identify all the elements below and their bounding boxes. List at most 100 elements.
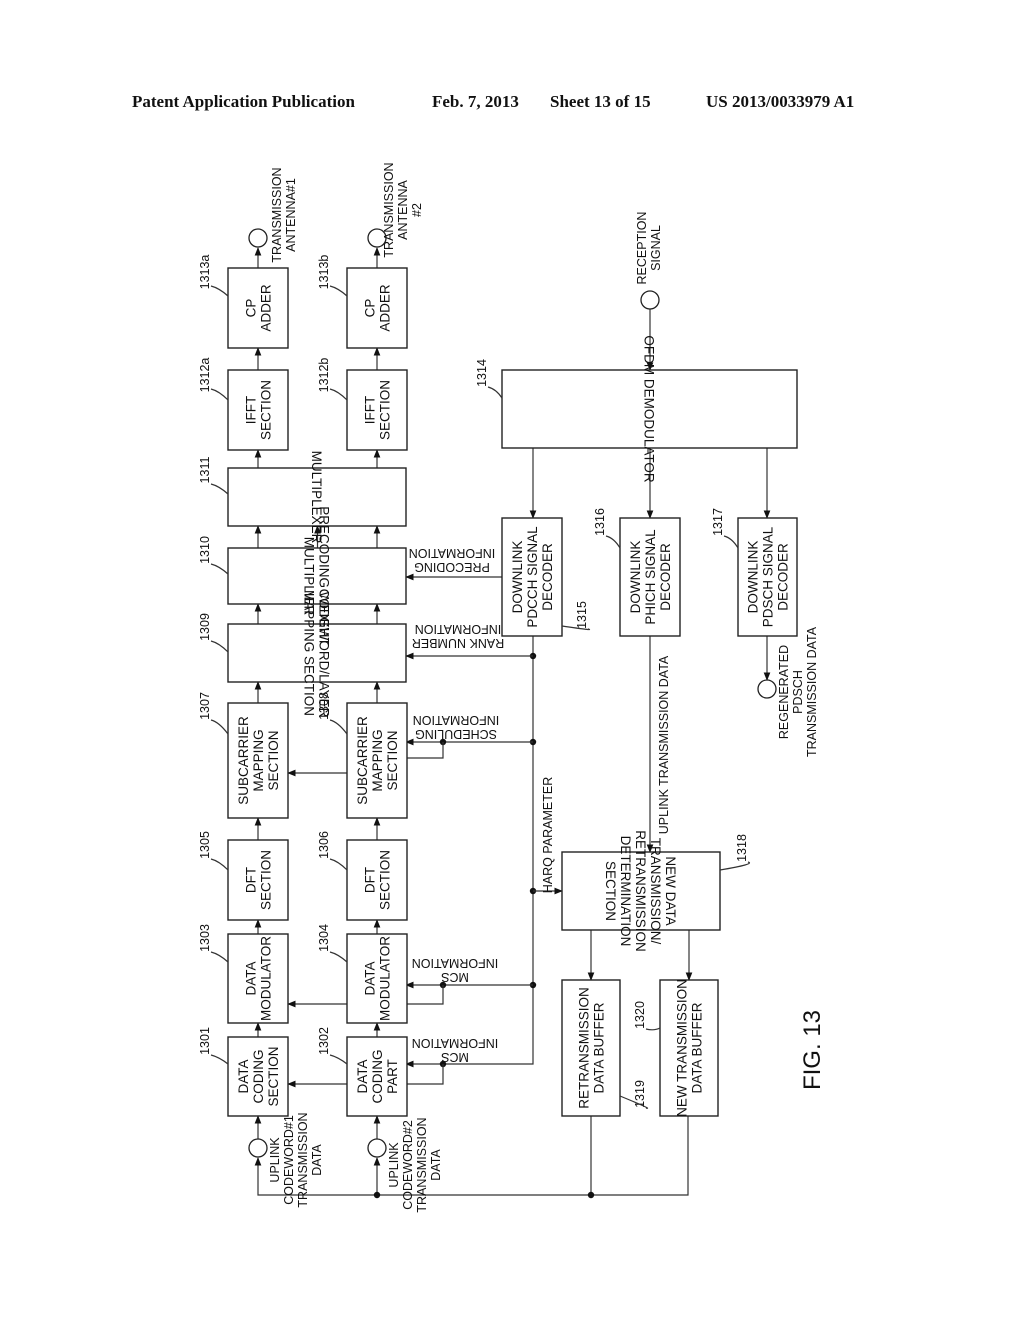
ref-leader (210, 951, 229, 963)
uplink-tx-data-label: UPLINK TRANSMISSION DATA (657, 655, 671, 834)
regenerated-pdsch-label: REGENERATED PDSCH TRANSMISSION DATA (777, 626, 819, 757)
block-1312a-label-line: IFFT (244, 396, 259, 425)
precoding-info-label: PRECODINGINFORMATION (409, 546, 496, 574)
block-1319-label-line: DATA BUFFER (592, 1002, 607, 1093)
codeword-1-label-line: CODEWORD#1 (282, 1115, 296, 1205)
antenna-2-label: TRANSMISSION ANTENNA #2 (382, 162, 424, 257)
ref-leader (723, 535, 739, 549)
junction-dot (373, 1191, 381, 1199)
scheduling-info-label: SCHEDULINGINFORMATION (413, 713, 500, 741)
codeword-1-label: UPLINK CODEWORD#1 TRANSMISSION DATA (268, 1112, 324, 1207)
ref-1301: 1301 (198, 1027, 212, 1055)
ref-numeral: 1318 (735, 834, 749, 862)
reception-terminal (640, 290, 660, 310)
codeword-1-label-line: DATA (310, 1144, 324, 1176)
ref-1305: 1305 (198, 831, 212, 859)
ref-leader (329, 858, 348, 871)
ref-numeral: 1301 (198, 1027, 212, 1055)
block-1307-label-line: MAPPING (251, 729, 266, 791)
codeword-2-label-line: TRANSMISSION (415, 1117, 429, 1212)
codeword-2-label: UPLINK CODEWORD#2 TRANSMISSION DATA (387, 1117, 443, 1212)
block-1317-label-line: DOWNLINK (746, 541, 761, 614)
block-1304-label-line: MODULATOR (378, 936, 393, 1021)
ref-1315: 1315 (575, 601, 589, 629)
block-1317-label-line: PDSCH SIGNAL (761, 526, 776, 627)
block-1308-label-line: SECTION (385, 730, 400, 790)
ref-1313a: 1313a (198, 255, 212, 290)
regenerated-pdsch-label-line: PDSCH (791, 670, 805, 714)
ref-1307: 1307 (198, 692, 212, 720)
scheduling-info-label-line: SCHEDULING (415, 727, 497, 741)
block-1302-label-line: DATA (355, 1059, 370, 1093)
mcs-info-coding-label: MCSINFORMATION (412, 1036, 499, 1064)
block-1317-label-line: DECODER (776, 543, 791, 611)
ref-numeral: 1317 (711, 508, 725, 536)
mcs-info-coding-label-line: MCS (441, 1050, 469, 1064)
block-1307-label-line: SECTION (266, 730, 281, 790)
ref-numeral: 1311 (198, 457, 212, 484)
block-1308-label-line: SUBCARRIER (355, 716, 370, 805)
ref-1313b: 1313b (317, 255, 331, 290)
codeword-2-label-line: DATA (429, 1149, 443, 1181)
ref-1304: 1304 (317, 924, 331, 952)
ref-numeral: 1313b (317, 255, 331, 290)
ref-1316: 1316 (593, 508, 607, 536)
antenna-1-label-line: TRANSMISSION (270, 167, 284, 262)
block-1303-label-line: DATA (244, 961, 259, 995)
ref-leader (210, 388, 229, 401)
connector (406, 985, 444, 1005)
block-1313a-label-line: ADDER (259, 284, 274, 332)
block-1316-label-line: DECODER (658, 543, 673, 611)
ref-numeral: 1306 (317, 831, 331, 859)
block-1316-label: DOWNLINK PHICH SIGNAL DECODER (628, 529, 673, 625)
ref-numeral: 1308 (317, 692, 331, 720)
ref-1302: 1302 (317, 1027, 331, 1055)
block-1308-label-line: MAPPING (370, 729, 385, 791)
ref-1317: 1317 (711, 508, 725, 536)
rank-info-label: RANK NUMBERINFORMATION (412, 622, 504, 650)
ref-numeral: 1302 (317, 1027, 331, 1055)
antenna-2-label-line: TRANSMISSION (382, 162, 396, 257)
block-1318-label-line: TRANSMISSION/ (648, 838, 663, 945)
ref-numeral: 1319 (633, 1080, 647, 1108)
codeword-1-label-line: TRANSMISSION (296, 1112, 310, 1207)
block-1318-label-line: RETRANSMISSION (633, 830, 648, 952)
codeword-2-terminal (367, 1138, 387, 1158)
antenna-1-terminal (248, 228, 268, 248)
block-1305-label-line: SECTION (259, 850, 274, 910)
block-1314-label-line: OFDM DEMODULATOR (642, 335, 657, 483)
scheduling-info-label-line: INFORMATION (413, 713, 500, 727)
reception-label-line: SIGNAL (649, 225, 663, 271)
codeword-2-label-line: UPLINK (387, 1142, 401, 1188)
ref-numeral: 1307 (198, 692, 212, 720)
ref-leader (487, 386, 503, 399)
block-1318-label-line: DETERMINATION (618, 836, 633, 947)
ref-1314: 1314 (475, 359, 489, 387)
antenna-2-label-line: #2 (410, 203, 424, 217)
harq-parameter-label-line: HARQ PARAMETER (541, 777, 555, 893)
block-1320-label-line: NEW TRANSMISSION (675, 979, 690, 1117)
ref-numeral: 1305 (198, 831, 212, 859)
block-1315-label-line: DOWNLINK (510, 541, 525, 614)
connector (406, 742, 444, 759)
ref-numeral: 1312a (198, 358, 212, 393)
ref-1303: 1303 (198, 924, 212, 952)
block-diagram: CP ADDER1313aCP ADDER1313bIFFT SECTION1312a… (198, 162, 826, 1212)
rank-info-label-line: RANK NUMBER (412, 636, 504, 650)
block-1302-label-line: PART (385, 1059, 400, 1094)
ref-numeral: 1309 (198, 613, 212, 641)
ref-1306: 1306 (317, 831, 331, 859)
regenerated-pdsch-label-line: TRANSMISSION DATA (805, 626, 819, 757)
ref-leader (719, 861, 750, 871)
codeword-2-label-line: CODEWORD#2 (401, 1120, 415, 1210)
connector (406, 1064, 444, 1085)
junction-dot (587, 1191, 595, 1199)
ref-leader (210, 1054, 229, 1065)
mcs-info-coding-label-line: INFORMATION (412, 1036, 499, 1050)
codeword-1-label-line: UPLINK (268, 1137, 282, 1183)
block-1319-label-line: RETRANSMISSION (577, 987, 592, 1109)
ref-leader (329, 951, 348, 963)
reception-label-line: RECEPTION (635, 212, 649, 285)
regenerated-terminal (757, 679, 777, 699)
ref-numeral: 1320 (633, 1001, 647, 1029)
